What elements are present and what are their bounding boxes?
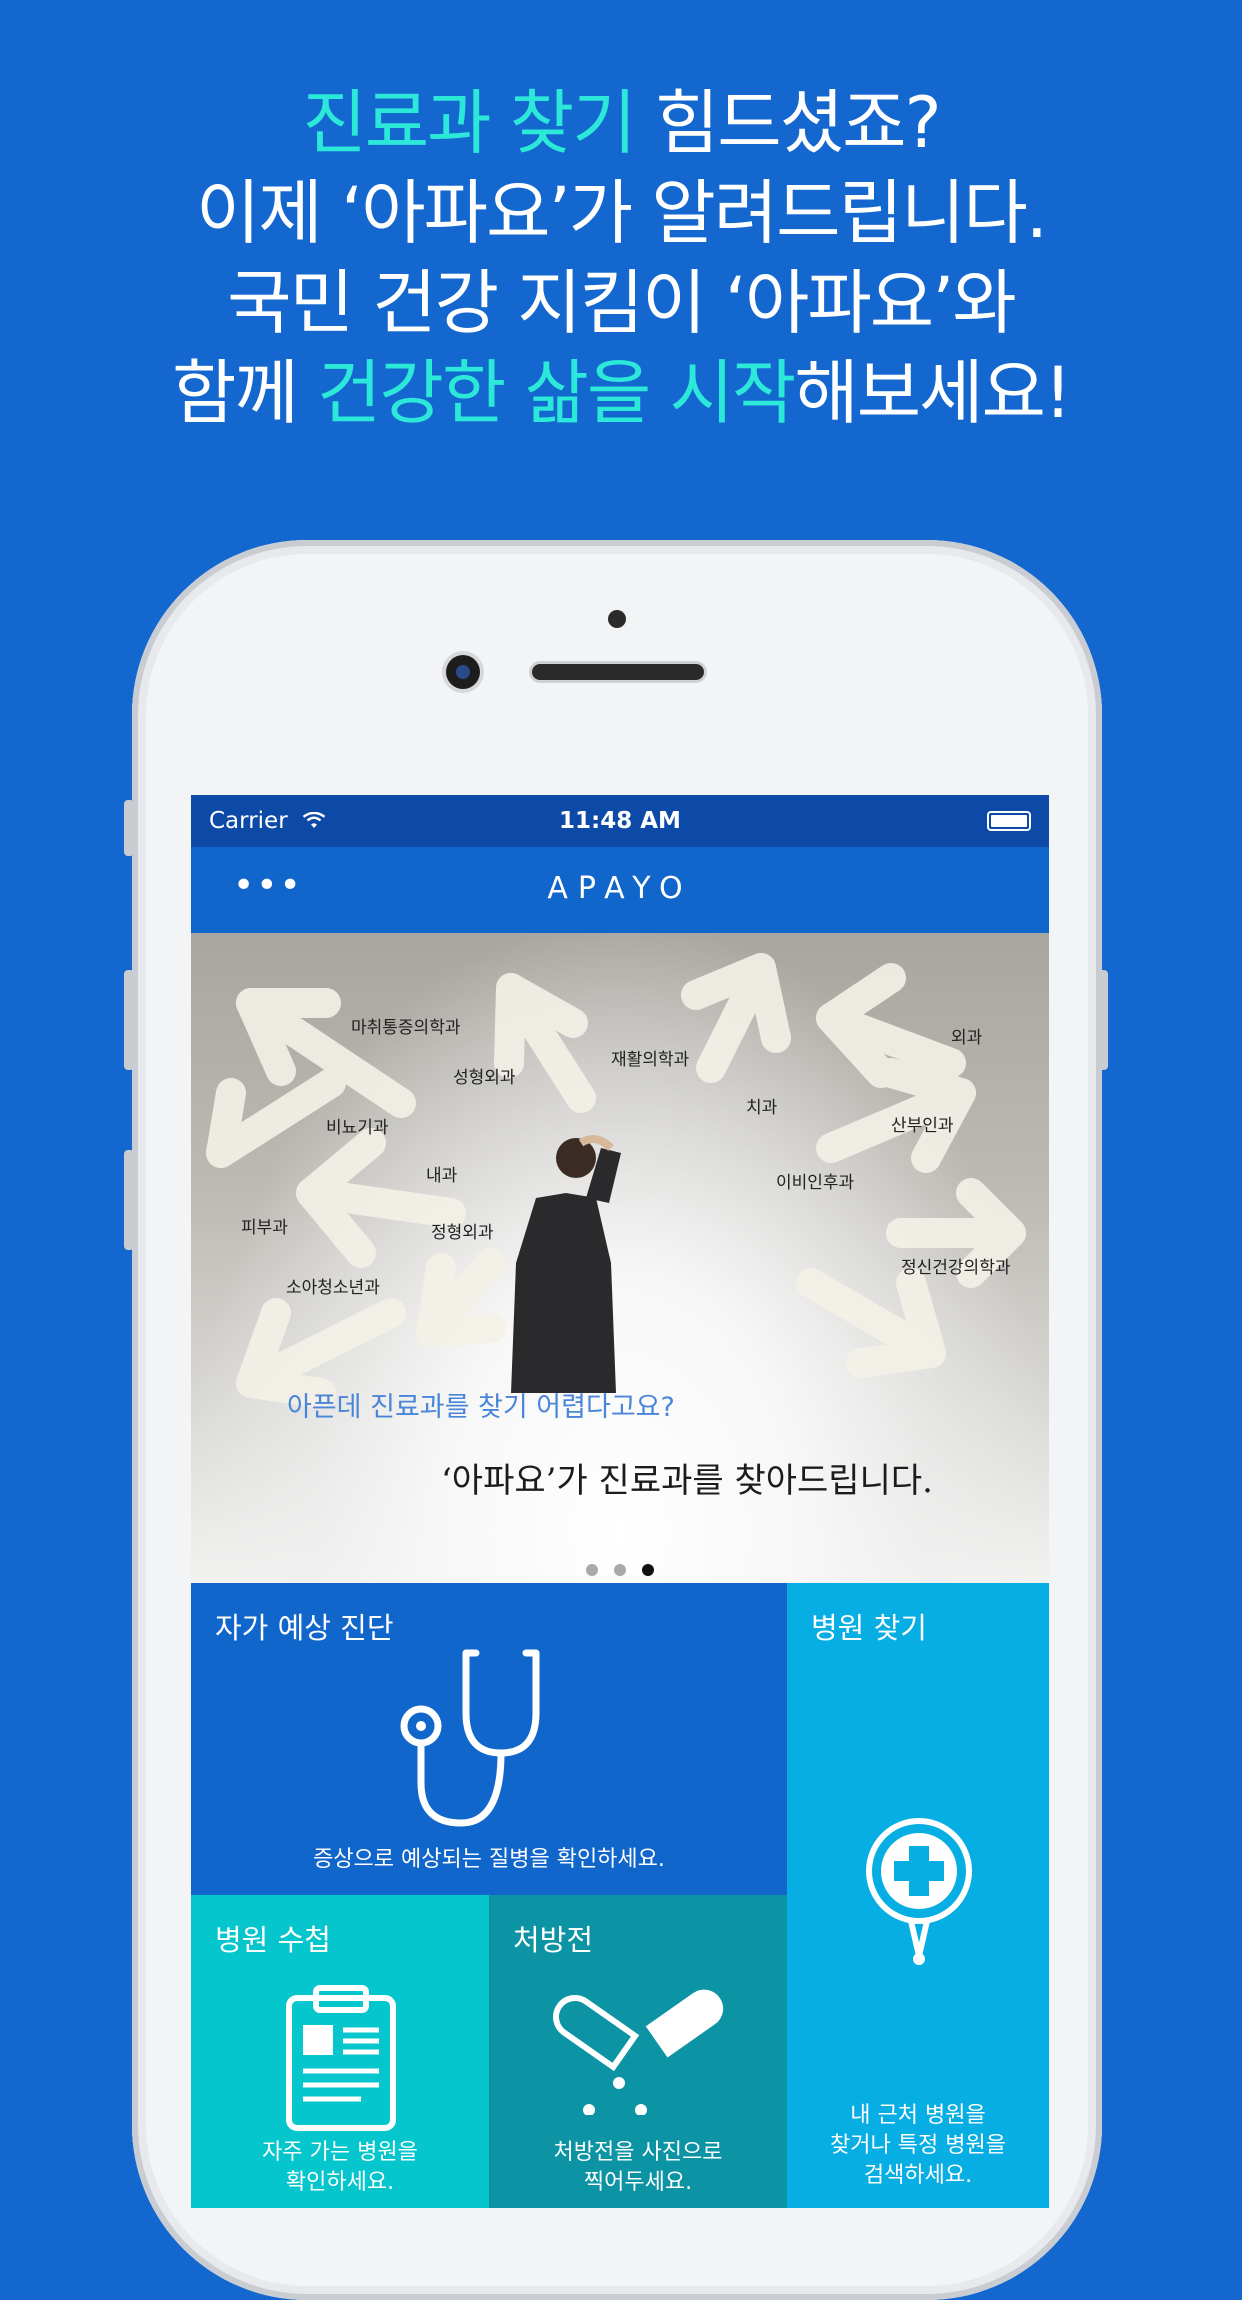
phone-sensor xyxy=(608,610,626,628)
tile-description: 자주 가는 병원을 확인하세요. xyxy=(191,2138,489,2198)
nav-bar: ••• APAYO xyxy=(191,847,1049,933)
clipboard-icon xyxy=(286,1985,396,2131)
banner-subtitle: 아픈데 진료과를 찾기 어렵다고요? xyxy=(287,1392,675,1423)
phone-camera xyxy=(446,655,480,689)
carousel-dot[interactable] xyxy=(586,1564,598,1576)
wall-label: 성형외과 xyxy=(453,1068,516,1088)
wall-label: 외과 xyxy=(951,1028,983,1048)
desc-line: 찾거나 특정 병원을 xyxy=(830,2133,1006,2158)
carousel-dot-active[interactable] xyxy=(642,1564,654,1576)
tile-title: 처방전 xyxy=(513,1923,594,1957)
thinking-man-figure xyxy=(511,1135,621,1393)
tile-description: 증상으로 예상되는 질병을 확인하세요. xyxy=(313,1847,665,1872)
tile-hospital-notebook[interactable]: 병원 수첩 자주 가는 병원을 확인하세요. xyxy=(191,1895,489,2208)
wall-label: 재활의학과 xyxy=(611,1050,690,1070)
wall-label: 이비인후과 xyxy=(776,1173,855,1193)
tile-description: 처방전을 사진으로 찍어두세요. xyxy=(489,2138,787,2198)
app-screen: Carrier 11:48 AM ••• APAYO 마취통증의학과 성형외과 … xyxy=(191,795,1049,2208)
promo-headline: 진료과 찾기 힘드셨죠? 이제 ‘아파요’가 알려드립니다. 국민 건강 지킴이… xyxy=(0,78,1242,438)
headline-highlight-2: 건강한 삶을 시작 xyxy=(317,352,796,434)
phone-volume-up xyxy=(124,970,134,1070)
wall-label: 치과 xyxy=(746,1098,778,1118)
carousel-indicator[interactable] xyxy=(191,1561,1049,1580)
wall-label: 피부과 xyxy=(241,1218,288,1238)
headline-line-3: 국민 건강 지킴이 ‘아파요’와 xyxy=(227,262,1017,344)
banner-carousel[interactable]: 마취통증의학과 성형외과 재활의학과 외과 비뇨기과 치과 산부인과 내과 이비… xyxy=(191,933,1049,1583)
tile-hospital-search[interactable]: 병원 찾기 내 근처 병원을 찾거나 특정 병원을 검색하세요. xyxy=(787,1583,1049,2208)
tile-title: 자가 예상 진단 xyxy=(215,1611,394,1645)
carousel-dot[interactable] xyxy=(614,1564,626,1576)
phone-power-button xyxy=(1098,970,1108,1070)
headline-line-2: 이제 ‘아파요’가 알려드립니다. xyxy=(195,172,1048,254)
tile-description: 내 근처 병원을 찾거나 특정 병원을 검색하세요. xyxy=(787,2101,1049,2191)
status-time: 11:48 AM xyxy=(559,808,681,834)
stethoscope-icon xyxy=(400,1649,540,1827)
app-title: APAYO xyxy=(547,871,693,906)
wall-label: 산부인과 xyxy=(891,1116,954,1136)
wall-label: 비뇨기과 xyxy=(326,1118,389,1138)
wall-label: 내과 xyxy=(426,1166,458,1186)
phone-volume-down xyxy=(124,1150,134,1250)
desc-line: 확인하세요. xyxy=(285,2170,395,2195)
banner-headline: ‘아파요’가 진료과를 찾아드립니다. xyxy=(441,1461,933,1501)
tile-prescription[interactable]: 처방전 처방전을 사진으로 찍어두세요. xyxy=(489,1895,787,2208)
headline-text-1: 힘드셨죠? xyxy=(634,82,942,164)
tile-self-diagnosis[interactable]: 자가 예상 진단 증상으로 예상되는 질병을 확인하세요. xyxy=(191,1583,787,1895)
desc-line: 내 근처 병원을 xyxy=(850,2103,986,2128)
status-bar: Carrier 11:48 AM xyxy=(191,795,1049,847)
wall-label: 정신건강의학과 xyxy=(901,1258,1011,1278)
wall-label: 정형외과 xyxy=(431,1223,494,1243)
battery-icon xyxy=(987,811,1031,831)
desc-line: 자주 가는 병원을 xyxy=(262,2140,418,2165)
headline-text-4a: 함께 xyxy=(171,352,318,434)
headline-line-1: 진료과 찾기 힘드셨죠? xyxy=(0,78,1242,168)
wall-label: 마취통증의학과 xyxy=(351,1018,461,1038)
tile-title: 병원 찾기 xyxy=(811,1611,927,1645)
headline-highlight-1: 진료과 찾기 xyxy=(302,82,636,164)
desc-line: 처방전을 사진으로 xyxy=(553,2140,723,2165)
headline-line-4: 함께 건강한 삶을 시작해보세요! xyxy=(0,348,1242,438)
headline-text-4b: 해보세요! xyxy=(794,352,1072,434)
pill-icon xyxy=(553,1989,724,2115)
desc-line: 찍어두세요. xyxy=(583,2170,693,2195)
wall-label: 소아청소년과 xyxy=(286,1278,380,1298)
tile-title: 병원 수첩 xyxy=(215,1923,331,1957)
desc-line: 검색하세요. xyxy=(863,2163,973,2188)
hospital-pin-icon xyxy=(866,1818,972,1965)
phone-speaker xyxy=(532,664,704,680)
phone-mute-switch xyxy=(124,800,134,856)
